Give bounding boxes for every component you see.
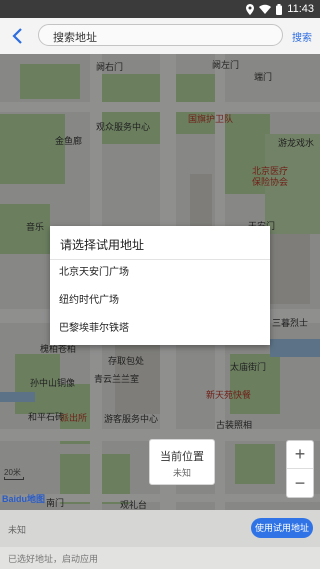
search-toolbar: 搜索地址 搜索 bbox=[0, 18, 320, 54]
status-bar: 11:43 bbox=[0, 0, 320, 18]
map-scale-bar bbox=[4, 477, 24, 480]
footer-hint-text: 已选好地址，启动应用 bbox=[8, 554, 99, 564]
zoom-in-button[interactable]: + bbox=[287, 441, 313, 469]
dialog-item-beijing[interactable]: 北京天安门广场 bbox=[50, 260, 270, 286]
chevron-left-icon[interactable] bbox=[8, 27, 28, 45]
battery-icon bbox=[276, 3, 283, 15]
zoom-out-button[interactable]: − bbox=[287, 469, 313, 497]
address-bar: 未知 使用试用地址 bbox=[0, 510, 320, 547]
marker-title: 当前位置 bbox=[160, 451, 204, 463]
status-time: 11:43 bbox=[287, 3, 314, 15]
address-text: 未知 bbox=[8, 525, 27, 535]
use-trial-address-button[interactable]: 使用试用地址 bbox=[251, 518, 313, 538]
wifi-icon bbox=[259, 4, 272, 14]
search-input[interactable]: 搜索地址 bbox=[38, 24, 283, 46]
location-icon bbox=[246, 3, 255, 15]
dialog-title: 请选择试用地址 bbox=[60, 238, 145, 252]
zoom-control: + − bbox=[286, 440, 314, 498]
current-location-marker[interactable]: 当前位置 未知 bbox=[149, 439, 215, 485]
dialog-item-paris[interactable]: 巴黎埃菲尔铁塔 bbox=[50, 316, 270, 342]
footer-hint: 已选好地址，启动应用 bbox=[0, 547, 320, 569]
search-button[interactable]: 搜索 bbox=[292, 29, 312, 44]
baidu-map-logo: Baidu地图 bbox=[2, 494, 46, 504]
dialog-item-newyork[interactable]: 纽约时代广场 bbox=[50, 288, 270, 314]
select-address-dialog: 请选择试用地址 北京天安门广场 纽约时代广场 巴黎埃菲尔铁塔 bbox=[50, 226, 270, 345]
marker-subtitle: 未知 bbox=[172, 468, 191, 478]
search-placeholder: 搜索地址 bbox=[53, 32, 97, 44]
